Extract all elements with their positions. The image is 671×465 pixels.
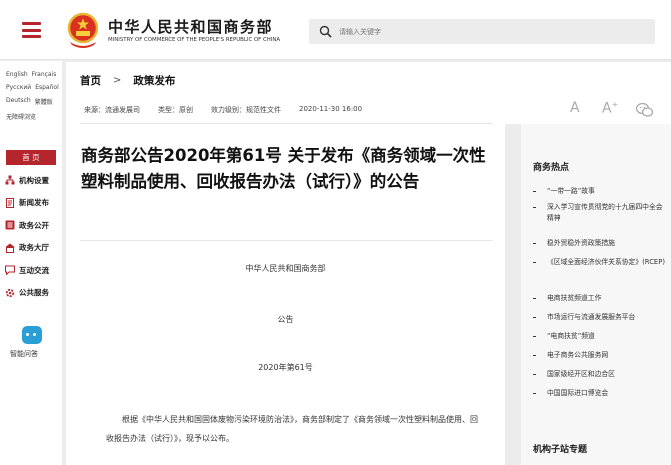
hot-topic-label: 电商扶贫频道工作: [547, 294, 602, 302]
hot-topic-label: “电商扶贫”频道: [547, 332, 595, 340]
lang-spanish-link[interactable]: Español: [35, 84, 59, 91]
nav-item-label: 政务公开: [19, 220, 49, 230]
org-subsites-title: 机构子站专题: [533, 445, 588, 455]
divider: [80, 123, 493, 124]
language-row: 无障碍浏览: [6, 112, 62, 121]
article-doc-number: 2020年第61号: [258, 363, 313, 372]
building-icon: [5, 243, 15, 253]
search-input[interactable]: [339, 22, 639, 41]
article-panel: 来源：流通发展司 类型：原创 效力级别：规范性文件 2020-11-30 16:…: [66, 96, 505, 465]
meta-source: 来源：流通发展司: [84, 106, 140, 114]
reading-tools: A A+: [505, 96, 671, 124]
left-sidebar: English Français Русский Español Deutsch…: [0, 61, 62, 465]
hot-topic-item[interactable]: “一带一路”故事: [533, 186, 665, 202]
list-icon: [5, 220, 15, 230]
nav-item-service-hall[interactable]: 政务大厅: [5, 237, 62, 260]
lang-german-link[interactable]: Deutsch: [6, 97, 31, 106]
hot-topics-title: 商务热点: [533, 163, 570, 173]
hot-topics-list: “一带一路”故事 深入学习宣传贯彻党的十九届四中全会精神 稳外贸稳外资政策措施 …: [533, 186, 665, 407]
search-bar: [309, 19, 655, 44]
hot-topic-item[interactable]: 电子商务公共服务网: [533, 350, 665, 369]
article-meta: 来源：流通发展司 类型：原创 效力级别：规范性文件 2020-11-30 16:…: [84, 105, 362, 115]
hot-topic-item[interactable]: 稳外贸稳外资政策措施: [533, 238, 665, 257]
font-increase-label: A: [602, 100, 612, 117]
hot-topic-item[interactable]: 中国国际进口博览会: [533, 388, 665, 407]
site-title[interactable]: 中华人民共和国商务部: [108, 16, 273, 37]
language-row: Deutsch 繁體版: [6, 97, 62, 106]
org-chart-icon: [5, 175, 15, 185]
lang-traditional-link[interactable]: 繁體版: [35, 97, 53, 106]
meta-level: 效力级别：规范性文件: [211, 106, 281, 114]
hot-topic-label: 稳外贸稳外资政策措施: [547, 239, 615, 247]
hot-topic-label: 《区域全面经济伙伴关系协定》(RCEP): [547, 258, 665, 266]
site-header: 中华人民共和国商务部 MINISTRY OF COMMERCE OF THE P…: [0, 0, 671, 60]
main-nav: 机构设置 新闻发布 政务公开 政务大厅 互动交流 公共服务: [5, 169, 62, 304]
hot-topic-label: 电子商务公共服务网: [547, 351, 609, 359]
nav-item-label: 机构设置: [19, 175, 49, 185]
nav-item-label: 政务大厅: [19, 243, 49, 253]
menu-icon[interactable]: [22, 22, 41, 38]
document-icon: [6, 197, 14, 208]
breadcrumb-bar: 首页 > 政策发布: [66, 62, 671, 96]
hot-topic-item[interactable]: “电商扶贫”频道: [533, 331, 665, 350]
article-title: 商务部公告2020年第61号 关于发布《商务领域一次性塑料制品使用、回收报告办法…: [81, 146, 486, 191]
hot-topic-label: 深入学习宣传贯彻党的十九届四中全会精神: [547, 203, 663, 222]
hot-topic-item[interactable]: 深入学习宣传贯彻党的十九届四中全会精神: [533, 202, 665, 238]
lang-french-link[interactable]: Français: [32, 71, 57, 78]
font-increase-plus: +: [611, 100, 619, 109]
wechat-share-icon[interactable]: [636, 103, 653, 117]
font-decrease-button[interactable]: A: [570, 100, 580, 116]
nav-item-label: 新闻发布: [19, 198, 49, 208]
smart-qa-label[interactable]: 智能问答: [10, 349, 38, 359]
meta-type: 类型：原创: [158, 106, 193, 114]
article-issuer: 中华人民共和国商务部: [245, 264, 326, 273]
nav-item-organization[interactable]: 机构设置: [5, 169, 62, 192]
lang-english-link[interactable]: English: [6, 71, 28, 78]
nav-item-public-affairs[interactable]: 政务公开: [5, 214, 62, 237]
nav-item-label: 公共服务: [19, 288, 49, 298]
lang-russian-link[interactable]: Русский: [6, 84, 31, 91]
breadcrumb-home-link[interactable]: 首页: [80, 73, 101, 88]
smart-qa-robot-icon[interactable]: [22, 326, 42, 344]
hot-topic-item[interactable]: 《区域全面经济伙伴关系协定》(RCEP): [533, 257, 665, 293]
national-emblem-icon[interactable]: [66, 12, 100, 48]
hot-topic-label: 中国国际进口博览会: [547, 389, 609, 397]
hot-topic-label: 市场运行与流通发展服务平台: [547, 313, 636, 321]
hot-topic-label: “一带一路”故事: [547, 187, 595, 195]
site-subtitle: MINISTRY OF COMMERCE OF THE PEOPLE'S REP…: [108, 37, 281, 43]
gear-icon: [5, 288, 15, 297]
breadcrumb-separator: >: [113, 75, 122, 86]
language-row: Русский Español: [6, 84, 62, 91]
language-row: English Français: [6, 71, 62, 78]
article-doc-type: 公告: [277, 315, 294, 324]
nav-item-public-service[interactable]: 公共服务: [5, 282, 62, 305]
hot-topic-item[interactable]: 国家级经开区和边合区: [533, 369, 665, 388]
article-body: 根据《中华人民共和国固体废物污染环境防治法》，商务部制定了《商务领域一次性塑料制…: [106, 415, 478, 443]
nav-item-interaction[interactable]: 互动交流: [5, 259, 62, 282]
font-increase-button[interactable]: A+: [602, 100, 618, 117]
right-sidebar: 商务热点 “一带一路”故事 深入学习宣传贯彻党的十九届四中全会精神 稳外贸稳外资…: [521, 124, 671, 465]
hot-topic-item[interactable]: 市场运行与流通发展服务平台: [533, 312, 665, 331]
search-icon[interactable]: [319, 25, 332, 38]
hot-topic-item[interactable]: 电商扶贫频道工作: [533, 293, 665, 312]
hot-topic-label: 国家级经开区和边合区: [547, 370, 615, 378]
divider: [80, 240, 493, 241]
language-links: English Français Русский Español Deutsch…: [6, 71, 62, 127]
nav-item-label: 互动交流: [19, 265, 49, 275]
meta-date: 2020-11-30 16:00: [299, 105, 363, 113]
chat-bubble-icon: [5, 265, 15, 276]
breadcrumb-current[interactable]: 政策发布: [133, 73, 175, 88]
nav-home-button[interactable]: 首 页: [6, 150, 56, 165]
accessibility-link[interactable]: 无障碍浏览: [6, 112, 36, 121]
nav-item-news[interactable]: 新闻发布: [5, 192, 62, 215]
breadcrumb: 首页 > 政策发布: [80, 73, 175, 88]
